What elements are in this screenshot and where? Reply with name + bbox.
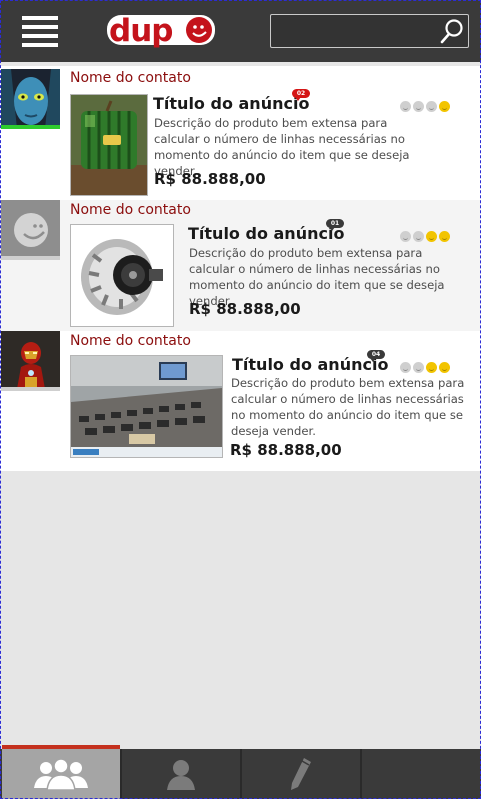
rating-dot-icon — [400, 231, 411, 242]
tab-contacts[interactable] — [2, 749, 122, 799]
contact-avatar[interactable] — [1, 200, 60, 260]
listing-list: Nome do contato Título do anúncio 02 Des… — [0, 66, 481, 471]
contact-avatar[interactable] — [1, 331, 60, 391]
message-count-badge[interactable]: 01 — [326, 219, 344, 231]
contact-name[interactable]: Nome do contato — [70, 333, 191, 349]
listing-title[interactable]: Título do anúncio — [188, 224, 344, 243]
search-field[interactable] — [270, 14, 469, 48]
contact-avatar[interactable] — [1, 69, 60, 129]
svg-text:dup: dup — [109, 13, 172, 49]
status-bar — [1, 387, 60, 391]
tab-edit[interactable] — [242, 749, 362, 799]
message-count-badge[interactable]: 02 — [292, 89, 310, 101]
user-profile-icon — [167, 760, 195, 790]
listing-item[interactable]: Nome do contato Título do anúncio 02 Des… — [0, 66, 481, 200]
online-status-bar — [1, 125, 60, 129]
listing-image[interactable] — [70, 355, 223, 458]
rating-stars — [400, 97, 452, 112]
tab-empty[interactable] — [362, 749, 481, 799]
listing-title[interactable]: Título do anúncio — [232, 355, 388, 374]
message-count-badge[interactable]: 04 — [367, 350, 385, 362]
listing-price: R$ 88.888,00 — [154, 170, 266, 188]
status-bar — [1, 256, 60, 260]
rating-dot-icon — [400, 101, 411, 112]
rating-stars — [400, 227, 452, 242]
rating-dot-icon — [426, 101, 437, 112]
contacts-group-icon — [34, 758, 88, 791]
app-header: dup — [0, 0, 481, 62]
rating-dot-icon — [413, 101, 424, 112]
rating-dot-icon — [426, 231, 437, 242]
listing-item[interactable]: Nome do contato Título do anúncio 04 Des… — [0, 331, 481, 471]
square-watermelon-icon — [71, 95, 147, 195]
tab-profile[interactable] — [122, 749, 242, 799]
car-alternator-icon — [71, 225, 173, 326]
contact-name[interactable]: Nome do contato — [70, 70, 191, 86]
listing-image[interactable] — [70, 94, 148, 196]
avatar-blue-alien-icon — [1, 69, 60, 129]
rating-dot-icon — [439, 231, 450, 242]
rating-dot-icon — [413, 362, 424, 373]
rating-dot-icon — [426, 362, 437, 373]
listing-description: Descrição do produto bem extensa para ca… — [231, 376, 465, 438]
listing-image[interactable] — [70, 224, 174, 327]
bottom-tab-bar — [0, 749, 481, 799]
contact-name[interactable]: Nome do contato — [70, 202, 191, 218]
pencil-edit-icon — [291, 758, 311, 790]
rating-stars — [400, 358, 452, 373]
listing-title[interactable]: Título do anúncio — [153, 94, 309, 113]
listing-price: R$ 88.888,00 — [230, 441, 342, 459]
rating-dot-icon — [400, 362, 411, 373]
search-icon[interactable] — [440, 18, 464, 44]
rating-dot-icon — [413, 231, 424, 242]
listing-price: R$ 88.888,00 — [189, 300, 301, 318]
phone-collection-table-icon — [71, 356, 222, 457]
avatar-placeholder-smiley-icon — [1, 200, 60, 260]
dupo-logo[interactable]: dup — [105, 11, 217, 49]
rating-dot-icon — [439, 362, 450, 373]
rating-dot-icon — [439, 101, 450, 112]
search-input[interactable] — [275, 18, 439, 44]
avatar-iron-man-icon — [1, 331, 60, 391]
hamburger-menu-icon[interactable] — [22, 16, 58, 47]
listing-item[interactable]: Nome do contato Título do anúncio 01 Des… — [0, 200, 481, 331]
